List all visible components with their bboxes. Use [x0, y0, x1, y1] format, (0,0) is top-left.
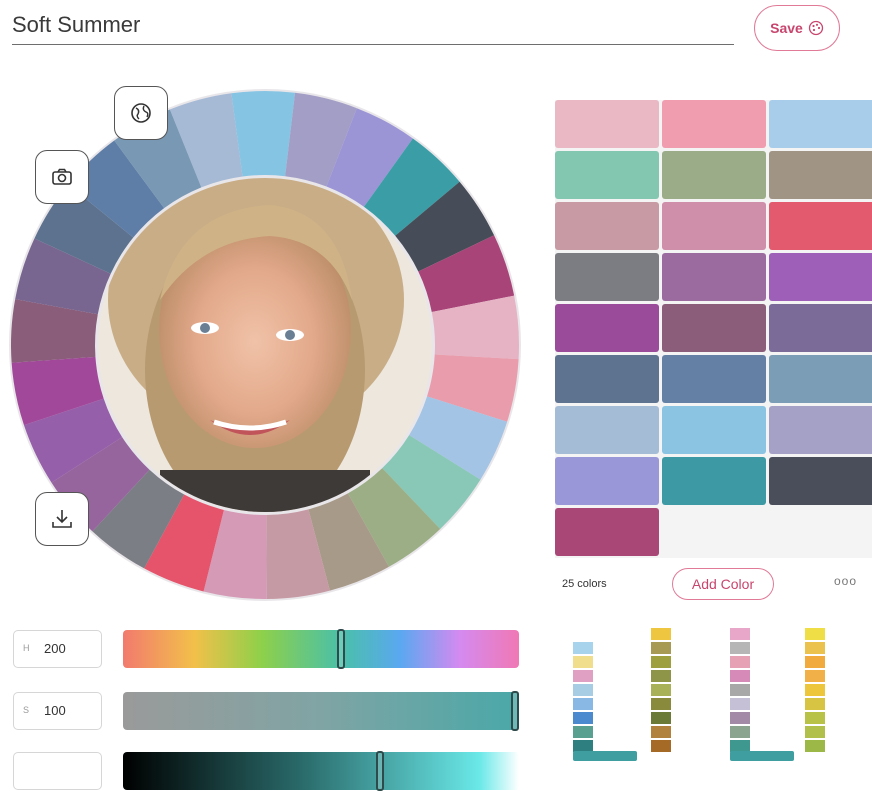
saturation-slider-thumb[interactable] [511, 691, 519, 731]
palette-swatch[interactable] [662, 253, 766, 301]
hue-slider-thumb[interactable] [336, 629, 345, 669]
download-icon [52, 510, 72, 528]
saturation-letter: S [23, 705, 30, 715]
saturation-slider[interactable] [123, 691, 519, 731]
ladder-swatch [805, 712, 825, 724]
ladder-swatch [730, 726, 750, 738]
value-slider[interactable] [123, 751, 519, 791]
ladder-swatch [730, 712, 750, 724]
ladder-swatch [573, 670, 593, 682]
saturation-value[interactable]: 100 [44, 703, 66, 718]
ladder-swatch [730, 698, 750, 710]
ladder-swatch [573, 628, 593, 640]
add-color-label: Add Color [691, 576, 755, 592]
hue-field[interactable]: H 200 [13, 630, 102, 668]
download-button[interactable] [35, 492, 89, 546]
ladder-swatch [651, 740, 671, 752]
palette-swatch[interactable] [555, 304, 659, 352]
value-field[interactable] [13, 752, 102, 790]
ladder-swatch [730, 740, 750, 752]
ladder-swatch [573, 642, 593, 654]
palette-grid [555, 100, 872, 558]
ladder-swatch [651, 656, 671, 668]
palette-swatch[interactable] [662, 100, 766, 148]
value-slider-thumb[interactable] [376, 751, 385, 791]
ladder-swatch [730, 628, 750, 640]
ladder-swatch [651, 712, 671, 724]
palette-swatch[interactable] [769, 253, 872, 301]
palette-swatch[interactable] [555, 508, 659, 556]
palette-swatch[interactable] [769, 151, 872, 199]
ladder-marker [573, 751, 637, 761]
color-ladders [573, 628, 825, 761]
ladder-marker [730, 751, 794, 761]
palette-swatch[interactable] [555, 406, 659, 454]
ladder-swatch [651, 670, 671, 682]
hue-value[interactable]: 200 [44, 641, 66, 656]
palette-swatch[interactable] [769, 355, 872, 403]
palette-swatch[interactable] [769, 100, 872, 148]
ladder-swatch [805, 698, 825, 710]
ladder-swatch [651, 642, 671, 654]
ladder-swatch [730, 656, 750, 668]
palette-swatch[interactable] [662, 406, 766, 454]
add-color-button[interactable]: Add Color [672, 568, 774, 600]
save-label: Save [770, 20, 803, 36]
save-button[interactable]: Save [754, 5, 840, 51]
saturation-field[interactable]: S 100 [13, 692, 102, 730]
palette-swatch[interactable] [662, 304, 766, 352]
palette-swatch[interactable] [555, 151, 659, 199]
globe-button[interactable] [114, 86, 168, 140]
palette-swatch[interactable] [769, 457, 872, 505]
palette-swatch[interactable] [769, 304, 872, 352]
wheel-segment[interactable] [231, 91, 296, 177]
palette-icon [808, 20, 823, 36]
ladder-swatch [573, 712, 593, 724]
ladder-swatch [805, 656, 825, 668]
ladder-swatch [651, 628, 671, 640]
ladder-swatch [805, 628, 825, 640]
ladder-swatch [573, 740, 593, 752]
ladder-swatch [573, 698, 593, 710]
palette-swatch[interactable] [662, 202, 766, 250]
color-count: 25 colors [562, 578, 607, 590]
ladder-swatch [805, 670, 825, 682]
palette-swatch[interactable] [662, 151, 766, 199]
palette-swatch[interactable] [555, 100, 659, 148]
ladder-swatch [573, 656, 593, 668]
palette-swatch[interactable] [769, 202, 872, 250]
palette-swatch[interactable] [555, 457, 659, 505]
ladder-swatch [651, 684, 671, 696]
ladder-swatch [651, 726, 671, 738]
ladder-swatch [573, 684, 593, 696]
globe-icon [131, 103, 151, 123]
ladder-swatch [805, 642, 825, 654]
hue-slider[interactable] [123, 629, 519, 669]
palette-swatch[interactable] [662, 457, 766, 505]
hue-letter: H [23, 643, 30, 653]
palette-name-field[interactable]: Soft Summer [12, 8, 734, 45]
ladder-swatch [730, 684, 750, 696]
ladder-swatch [805, 740, 825, 752]
palette-swatch[interactable] [555, 202, 659, 250]
ladder-swatch [730, 670, 750, 682]
ladder-swatch [651, 698, 671, 710]
ladder-swatch [730, 642, 750, 654]
ladder-swatch [573, 726, 593, 738]
palette-swatch[interactable] [769, 406, 872, 454]
camera-icon [52, 168, 72, 185]
palette-swatch[interactable] [555, 355, 659, 403]
palette-name[interactable]: Soft Summer [12, 12, 140, 37]
palette-swatch[interactable] [662, 355, 766, 403]
ladder-swatch [805, 684, 825, 696]
ladder-swatch [805, 726, 825, 738]
more-options-icon[interactable]: ooo [834, 574, 857, 588]
palette-swatch[interactable] [555, 253, 659, 301]
camera-button[interactable] [35, 150, 89, 204]
